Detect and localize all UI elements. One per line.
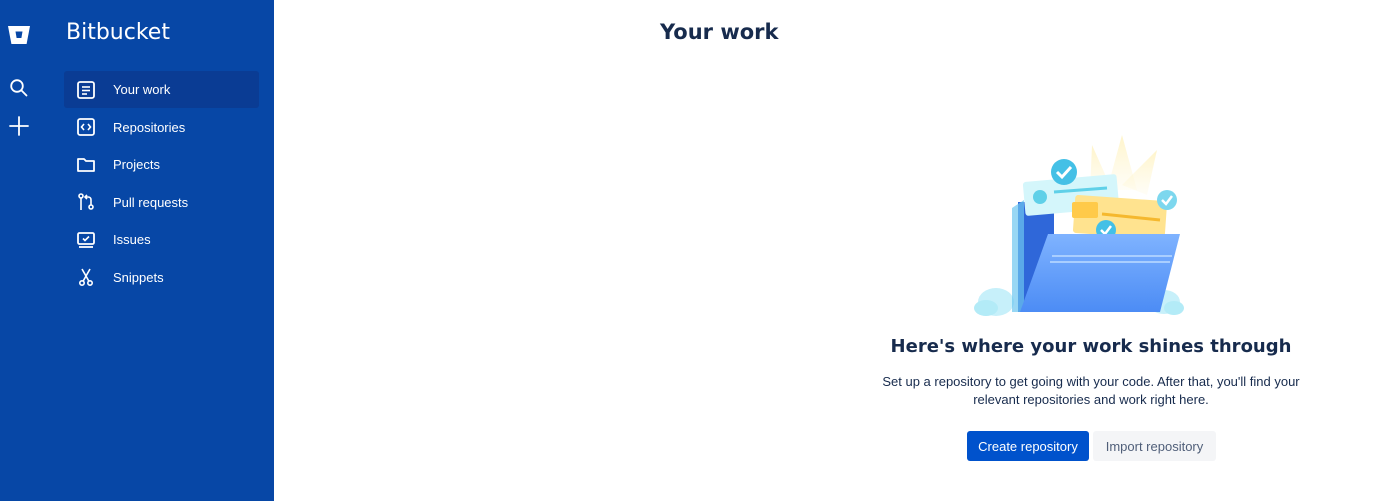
sidebar-item-label: Pull requests	[113, 194, 189, 210]
snippets-icon	[76, 267, 96, 287]
search-icon	[10, 79, 28, 97]
create-button[interactable]	[6, 113, 32, 139]
sidebar-item-label: Issues	[113, 232, 151, 248]
bitbucket-logo[interactable]	[7, 23, 31, 47]
repository-icon	[76, 117, 96, 137]
folder-icon	[76, 155, 96, 175]
pull-request-icon	[76, 192, 96, 212]
sidebar-item-your-work[interactable]: Your work	[64, 71, 259, 108]
sidebar-item-label: Your work	[113, 82, 171, 97]
empty-state-heading: Here's where your work shines through	[890, 336, 1292, 357]
app-root: Bitbucket Your work Repositories Project…	[0, 0, 1396, 501]
plus-icon	[9, 116, 29, 136]
search-button[interactable]	[6, 75, 32, 101]
import-repository-button[interactable]: Import repository	[1093, 431, 1216, 461]
sidebar-item-issues[interactable]: Issues	[64, 221, 259, 258]
sidebar-item-label: Projects	[113, 157, 160, 173]
sidebar-item-repositories[interactable]: Repositories	[64, 109, 259, 146]
your-work-icon	[76, 80, 96, 100]
app-name[interactable]: Bitbucket	[66, 20, 170, 45]
sidebar-nav: Your work Repositories Projects Pull req…	[64, 71, 259, 297]
empty-state-description: Set up a repository to get going with yo…	[882, 374, 1300, 407]
sidebar-item-label: Repositories	[113, 119, 186, 135]
page-title: Your work	[660, 20, 779, 44]
sidebar-item-snippets[interactable]: Snippets	[64, 259, 259, 296]
sidebar-item-pull-requests[interactable]: Pull requests	[64, 184, 259, 221]
issues-icon	[76, 230, 96, 250]
empty-state-illustration	[974, 135, 1184, 316]
sidebar: Bitbucket Your work Repositories Project…	[0, 0, 274, 501]
sidebar-item-projects[interactable]: Projects	[64, 146, 259, 183]
create-repository-button[interactable]: Create repository	[967, 431, 1089, 461]
sidebar-item-label: Snippets	[113, 269, 164, 285]
